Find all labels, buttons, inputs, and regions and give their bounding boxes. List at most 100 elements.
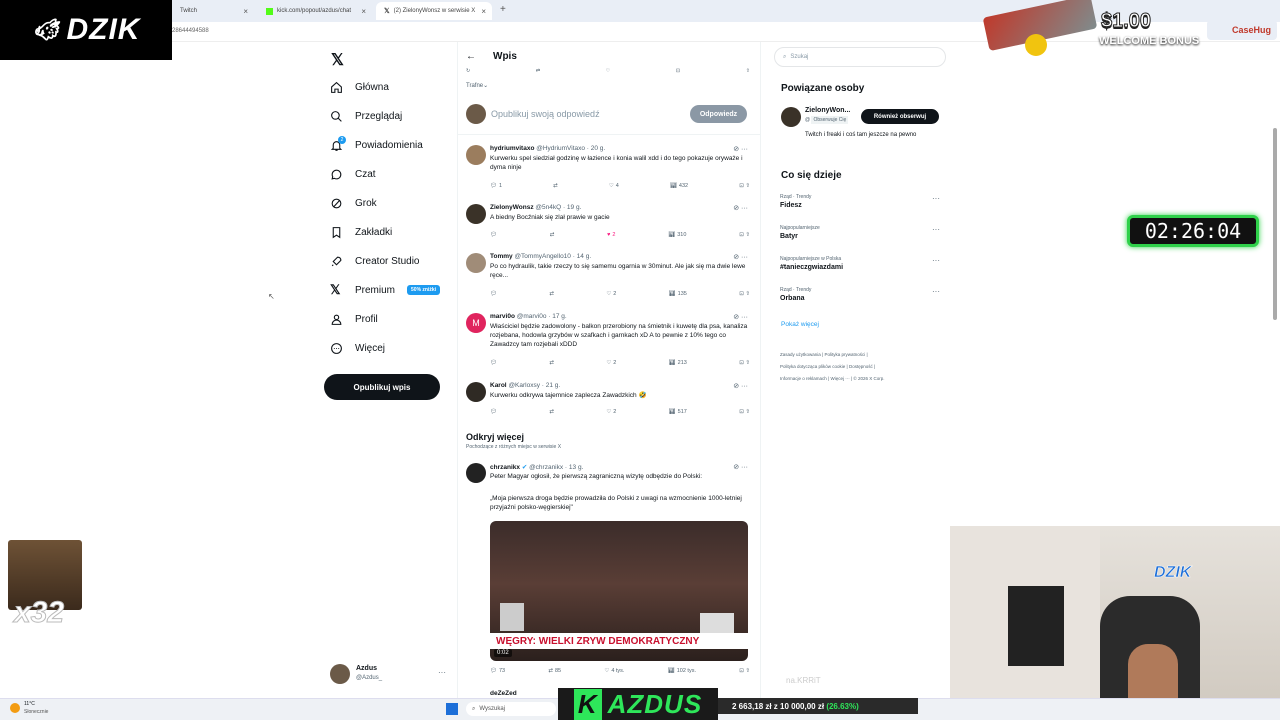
nav-profile[interactable]: Profil [330,308,378,330]
like-action[interactable]: ♥ 2 [607,232,615,238]
more-icon[interactable]: ··· [932,225,940,234]
nav-more[interactable]: Więcej [330,337,385,359]
reply-icon[interactable]: 💬︎ [490,409,497,415]
like-action[interactable]: ♡ 2 [606,360,616,366]
like-action[interactable]: ♡ 2 [606,409,616,415]
reply-input[interactable]: Opublikuj swoją odpowiedź [491,109,600,119]
like-action[interactable]: ♡ 4 [609,183,619,189]
reply-icon: 💬︎ [490,668,497,674]
views-action[interactable]: 📊︎ 135 [669,291,687,297]
reply-button[interactable]: Odpowiedz [690,105,747,123]
bookmark-icon[interactable]: ⊡ ⇧ [739,360,750,366]
tweet-actions: 💬︎ ⇄ ♥ 2 📊︎ 310 ⊡ ⇧ [490,232,750,238]
retweet-icon[interactable]: ⇄ [549,291,554,297]
tab-x-active[interactable]: 𝕏 (2) ZielonyWonsz w serwisie X × [376,2,492,20]
views-count: 517 [677,409,687,415]
inset-portrait [500,603,524,631]
footer-link[interactable]: Zasady użytkowania [780,352,821,357]
trend-item[interactable]: Rząd · Trendy Fidesz ··· [780,194,940,216]
footer-link[interactable]: Polityka dotycząca plików cookie [780,364,845,369]
like-action[interactable]: ♡ 2 [606,291,616,297]
retweet-icon[interactable]: ⇄ [549,409,554,415]
bookmark-icon[interactable]: ⊡ ⇧ [739,668,750,674]
reply-action[interactable]: 💬︎ 1 [490,183,502,189]
close-icon[interactable]: × [361,7,366,16]
retweet-icon[interactable]: ⇄ [553,183,558,189]
nav-grok[interactable]: Grok [330,192,377,214]
close-icon[interactable]: × [243,7,248,16]
bookmark-icon[interactable]: ⊡ ⇧ [739,409,750,415]
nav-bookmarks[interactable]: Zakładki [330,221,392,243]
author-meta: @chrzanikx · 13 g. [529,464,584,471]
scrollbar[interactable] [1273,128,1277,320]
views-action[interactable]: 📊︎ 310 [668,232,686,238]
footer-link[interactable]: Więcej ··· [830,376,849,381]
back-arrow-icon[interactable]: ← [466,51,476,62]
grok-icon[interactable]: ⊘ ··· [733,204,748,212]
taskbar-search[interactable]: ⌕ Wyszukaj [466,702,556,716]
grok-icon[interactable]: ⊘ ··· [733,145,748,153]
close-icon[interactable]: × [481,7,486,16]
nav-explore[interactable]: Przeglądaj [330,105,402,127]
author-meta: @5n4kQ · 19 g. [535,204,582,211]
bookmark-icon[interactable]: ⊡ ⇧ [739,232,750,238]
tweet-text: Właściciel będzie zadowolony - balkon pr… [490,323,748,348]
grok-icon[interactable]: ⊘ ··· [733,382,748,390]
views-action[interactable]: 📊︎ 102 tys. [668,668,696,674]
views-action[interactable]: 📊︎ 517 [669,409,687,415]
sort-dropdown[interactable]: Trafne⌄ [466,82,488,89]
new-tab-button[interactable]: + [500,4,506,15]
follow-button[interactable]: Również obserwuj [861,109,939,124]
verified-icon: ✔ [521,464,528,471]
tab-kick[interactable]: kick.com/popout/azdus/chat × [258,2,372,20]
reply-tweet[interactable]: ZielonyWonsz @5n4kQ · 19 g. ⊘ ··· A bied… [466,204,752,244]
reply-icon[interactable]: 💬︎ [490,360,497,366]
post-button[interactable]: Opublikuj wpis [324,374,440,400]
tab-twitch[interactable]: Twitch × [172,2,254,20]
bookmark-icon[interactable]: ⊡ ⇧ [739,291,750,297]
reply-tweet[interactable]: hydriumvitaxo @HydriumVitaxo · 20 g. ⊘ ·… [466,145,752,195]
nav-label: Więcej [355,342,386,354]
video-brand: TVP i nfo [704,645,730,651]
grok-icon[interactable]: ⊘ ··· [733,313,748,321]
nav-premium[interactable]: 𝕏 Premium 50% zniżki [330,279,441,301]
search-input[interactable]: ⌕ Szukaj [774,47,946,67]
reply-icon[interactable]: 💬︎ [490,291,497,297]
account-switcher[interactable]: Azdus @Azdus_ ··· [330,662,450,686]
footer-link[interactable]: Polityka prywatności [824,352,865,357]
bookmark-icon[interactable]: ⊡ ⇧ [739,183,750,189]
views-action[interactable]: 📊︎ 432 [670,183,688,189]
trend-item[interactable]: Rząd · Trendy Orbana ··· [780,287,940,309]
more-icon[interactable]: ··· [932,287,940,296]
views-action[interactable]: 📊︎ 213 [669,360,687,366]
video-player[interactable]: WĘGRY: WIELKI ZRYW DEMOKRATYCZNY 0:02 TV… [490,521,748,661]
tweet-header: hydriumvitaxo @HydriumVitaxo · 20 g. [490,145,605,152]
nav-label: Powiadomienia [355,139,423,151]
footer-link[interactable]: Dostępność [849,364,873,369]
more-icon[interactable]: ··· [932,256,940,265]
retweet-icon[interactable]: ⇄ [549,360,554,366]
like-action[interactable]: ♡ 4 tys. [604,668,624,674]
footer-link[interactable]: Informacje o reklamach [780,376,827,381]
nav-home[interactable]: Główna [330,76,389,98]
x-logo-icon[interactable]: 𝕏 [331,50,344,70]
reply-icon[interactable]: 💬︎ [490,232,497,238]
reply-action[interactable]: 💬︎ 73 [490,668,505,674]
more-icon[interactable]: ··· [932,194,940,203]
discover-tweet[interactable]: chrzanikx ✔ @chrzanikx · 13 g. ⊘ ··· Pet… [466,463,752,685]
trend-item[interactable]: Najpopularniejsze Batyr ··· [780,225,940,247]
nav-creator-studio[interactable]: Creator Studio [330,250,419,272]
reply-tweet[interactable]: Karol @Karloxsy · 21 g. ⊘ ··· Kurwerku o… [466,382,752,422]
retweet-icon[interactable]: ⇄ [550,232,555,238]
tweet-header: Karol @Karloxsy · 21 g. [490,382,560,389]
retweet-action[interactable]: ⇄ 85 [548,668,561,674]
nav-chat[interactable]: Czat [330,163,376,185]
reply-tweet[interactable]: Tommy @TommyAngello10 · 14 g. ⊘ ··· Po c… [466,253,752,303]
grok-icon[interactable]: ⊘ ··· [733,253,748,261]
show-more-link[interactable]: Pokaż więcej [781,321,819,328]
reply-tweet[interactable]: M marvi0o @marvi0o · 17 g. ⊘ ··· Właścic… [466,313,752,373]
windows-icon[interactable] [446,703,458,715]
trend-item[interactable]: Najpopularniejsze w Polska #tanieczgwiazd… [780,256,940,278]
divider [760,42,761,700]
grok-icon[interactable]: ⊘ ··· [733,463,748,471]
